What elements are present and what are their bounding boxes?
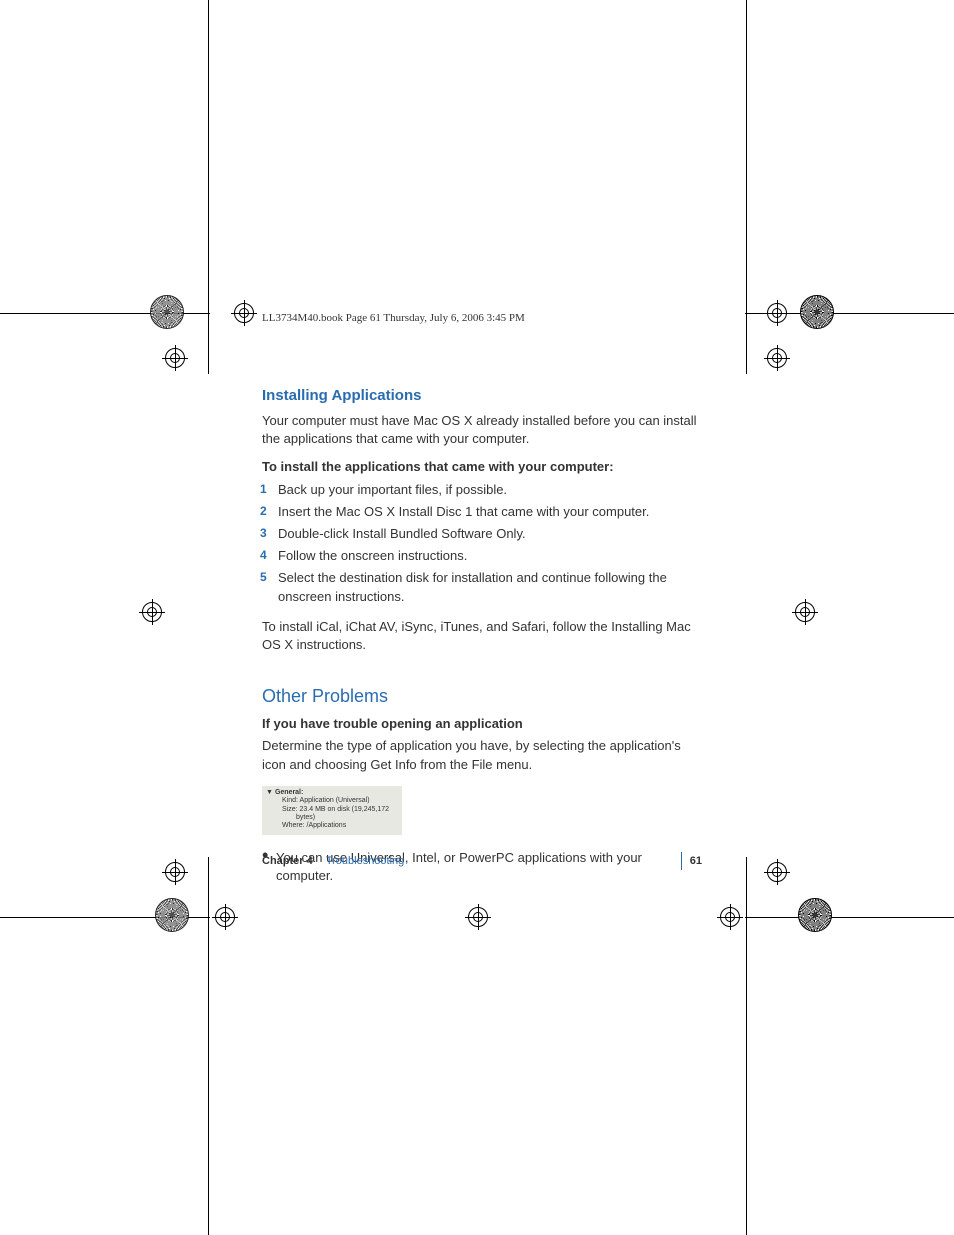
info-row-where: Where: /Applications [282,822,398,830]
crop-line [208,0,209,374]
info-row-kind: Kind: Application (Universal) [282,797,398,805]
registration-mark-icon [767,348,787,368]
step-number: 1 [260,481,267,498]
intro-paragraph: Determine the type of application you ha… [262,737,702,773]
section-heading-installing: Installing Applications [262,385,702,406]
registration-mark-icon [234,303,254,323]
page-number: 61 [690,855,702,867]
color-target-icon [150,295,184,329]
running-header: LL3734M40.book Page 61 Thursday, July 6,… [262,312,525,324]
chapter-label: Chapter 4 [262,855,313,867]
info-label: Where: [282,822,305,829]
color-target-icon [155,898,189,932]
footer-separator [681,852,682,870]
step-text: Double-click Install Bundled Software On… [278,526,526,541]
sub-heading: If you have trouble opening an applicati… [262,715,702,733]
info-value: /Applications [307,822,347,829]
note-paragraph: To install iCal, iChat AV, iSync, iTunes… [262,618,702,654]
step-text: Back up your important files, if possibl… [278,482,507,497]
info-label: Size: [282,806,298,813]
registration-mark-icon [767,862,787,882]
crop-line [746,0,747,374]
step-number: 5 [260,569,267,586]
registration-mark-icon [720,907,740,927]
step-text: Follow the onscreen instructions. [278,548,467,563]
registration-mark-icon [142,602,162,622]
step-number: 3 [260,525,267,542]
step-number: 2 [260,503,267,520]
chapter-title: Troubleshooting [326,855,404,867]
list-item: 5 Select the destination disk for install… [262,569,702,605]
list-item: 3 Double-click Install Bundled Software O… [262,525,702,543]
general-label: General: [275,789,303,796]
list-item: 4 Follow the onscreen instructions. [262,547,702,565]
info-row-size: Size: 23.4 MB on disk (19,245,172 bytes) [282,806,398,823]
step-text: Select the destination disk for installa… [278,570,667,603]
color-target-icon [800,295,834,329]
crop-line [745,917,954,918]
list-item: 1 Back up your important files, if possib… [262,481,702,499]
get-info-panel: ▼General: Kind: Application (Universal) … [262,786,402,835]
crop-line [208,857,209,1235]
step-text: Insert the Mac OS X Install Disc 1 that … [278,504,649,519]
color-target-icon [798,898,832,932]
procedure-list: 1 Back up your important files, if possib… [262,481,702,606]
info-value: Application (Universal) [300,797,370,804]
registration-mark-icon [165,862,185,882]
page-content: Installing Applications Your computer mu… [262,385,702,889]
list-item: 2 Insert the Mac OS X Install Disc 1 that… [262,503,702,521]
registration-mark-icon [215,907,235,927]
general-disclosure: ▼General: [266,789,398,797]
section-heading-other: Other Problems [262,684,702,709]
step-number: 4 [260,547,267,564]
page-footer: Chapter 4 Troubleshooting 61 [262,852,702,870]
disclosure-triangle-icon: ▼ [266,789,273,797]
footer-right: 61 [673,852,702,870]
info-label: Kind: [282,797,298,804]
footer-left: Chapter 4 Troubleshooting [262,855,404,867]
registration-mark-icon [165,348,185,368]
crop-line [746,857,747,1235]
registration-mark-icon [795,602,815,622]
registration-mark-icon [468,907,488,927]
info-value: 23.4 MB on disk (19,245,172 bytes) [296,806,389,821]
procedure-heading: To install the applications that came wi… [262,458,702,476]
intro-paragraph: Your computer must have Mac OS X already… [262,412,702,448]
registration-mark-icon [767,303,787,323]
